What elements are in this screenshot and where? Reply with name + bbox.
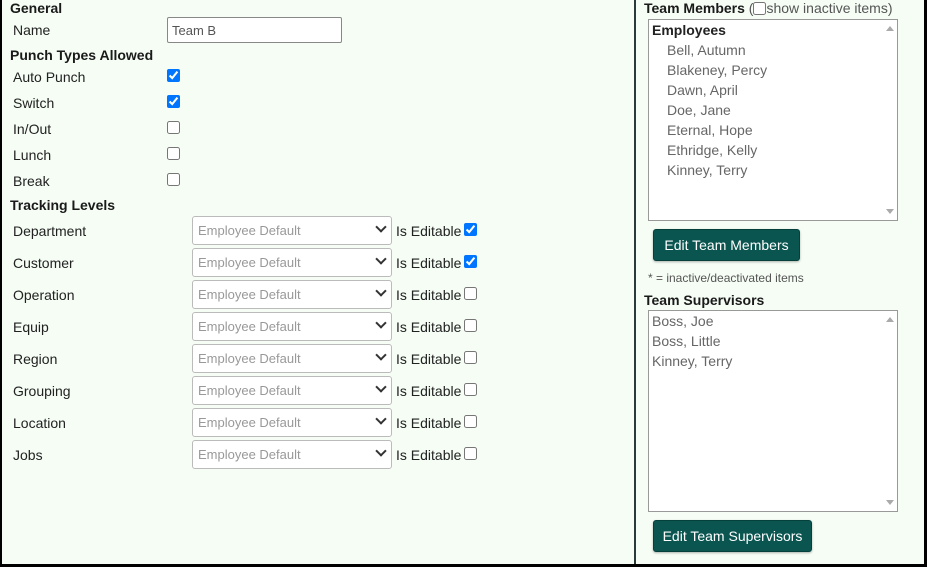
chevron-down-icon [375,349,387,361]
tracking-select-value: Employee Default [198,255,301,270]
list-item[interactable]: Blakeney, Percy [649,60,883,80]
tracking-select-value: Employee Default [198,319,301,334]
list-item[interactable]: Dawn, April [649,80,883,100]
tracking-select-jobs[interactable]: Employee Default [192,440,392,469]
team-members-listbox[interactable]: Employees Bell, Autumn Blakeney, Percy D… [648,19,898,221]
tracking-label-customer: Customer [13,255,74,271]
punch-type-checkbox-auto-punch[interactable] [167,69,180,82]
team-settings-panel: General Name Punch Types Allowed Auto Pu… [2,0,924,564]
punch-type-checkbox-lunch[interactable] [167,147,180,160]
is-editable-label: Is Editable [396,319,462,335]
list-item[interactable]: Kinney, Terry [649,160,883,180]
punch-type-checkbox-break[interactable] [167,173,180,186]
tracking-select-department[interactable]: Employee Default [192,216,392,245]
is-editable-label: Is Editable [396,383,462,399]
is-editable-label: Is Editable [396,223,462,239]
list-item[interactable]: Boss, Little [649,331,883,351]
tracking-select-value: Employee Default [198,383,301,398]
chevron-down-icon [375,285,387,297]
list-item[interactable]: Bell, Autumn [649,40,883,60]
team-members-list: Employees Bell, Autumn Blakeney, Percy D… [649,20,883,180]
tracking-label-department: Department [13,223,87,239]
inactive-note: * = inactive/deactivated items [648,271,804,285]
list-item[interactable]: Ethridge, Kelly [649,140,883,160]
tracking-levels-section-title: Tracking Levels [10,197,116,213]
chevron-down-icon [375,317,387,329]
is-editable-checkbox-jobs[interactable] [464,447,477,460]
is-editable-label: Is Editable [396,255,462,271]
tracking-select-value: Employee Default [198,223,301,238]
tracking-select-region[interactable]: Employee Default [192,344,392,373]
scroll-down-arrow-icon[interactable] [886,209,894,214]
show-inactive-label[interactable]: show inactive items [766,0,887,16]
tracking-label-operation: Operation [13,287,75,303]
edit-team-members-button[interactable]: Edit Team Members [653,229,800,261]
is-editable-label: Is Editable [396,287,462,303]
tracking-select-grouping[interactable]: Employee Default [192,376,392,405]
is-editable-label: Is Editable [396,415,462,431]
is-editable-checkbox-department[interactable] [464,223,477,236]
is-editable-checkbox-region[interactable] [464,351,477,364]
is-editable-label: Is Editable [396,447,462,463]
punch-type-label-auto-punch: Auto Punch [13,69,86,85]
tracking-select-value: Employee Default [198,447,301,462]
tracking-select-value: Employee Default [198,351,301,366]
general-section-title: General [10,0,63,16]
punch-type-label-break: Break [13,173,50,189]
team-supervisors-listbox[interactable]: Boss, Joe Boss, Little Kinney, Terry [648,310,898,512]
punch-type-checkbox-in-out[interactable] [167,121,180,134]
team-supervisors-title: Team Supervisors [644,292,765,308]
tracking-label-region: Region [13,351,58,367]
team-supervisors-scrollbar[interactable] [883,311,897,511]
name-input[interactable] [167,17,342,43]
punch-type-label-switch: Switch [13,95,55,111]
punch-type-label-lunch: Lunch [13,147,52,163]
chevron-down-icon [375,381,387,393]
scroll-up-arrow-icon[interactable] [886,26,894,31]
scroll-up-arrow-icon[interactable] [886,317,894,322]
is-editable-checkbox-customer[interactable] [464,255,477,268]
is-editable-checkbox-equip[interactable] [464,319,477,332]
tracking-label-equip: Equip [13,319,49,335]
tracking-label-location: Location [13,415,66,431]
list-item[interactable]: Doe, Jane [649,100,883,120]
name-label: Name [13,22,51,38]
punch-type-label-in-out: In/Out [13,121,52,137]
tracking-select-value: Employee Default [198,287,301,302]
tracking-select-location[interactable]: Employee Default [192,408,392,437]
tracking-select-equip[interactable]: Employee Default [192,312,392,341]
punch-types-section-title: Punch Types Allowed [10,47,154,63]
tracking-select-customer[interactable]: Employee Default [192,248,392,277]
tracking-label-jobs: Jobs [13,447,43,463]
list-item[interactable]: Boss, Joe [649,311,883,331]
chevron-down-icon [375,413,387,425]
chevron-down-icon [375,253,387,265]
is-editable-label: Is Editable [396,351,462,367]
list-item[interactable]: Eternal, Hope [649,120,883,140]
scroll-down-arrow-icon[interactable] [886,500,894,505]
list-group-employees: Employees [652,22,726,38]
paren-close: ) [887,0,893,16]
team-supervisors-list: Boss, Joe Boss, Little Kinney, Terry [649,311,883,371]
team-members-header: Team Members (show inactive items) [644,0,893,16]
chevron-down-icon [375,445,387,457]
show-inactive-checkbox[interactable] [753,2,767,15]
column-divider [634,0,636,564]
tracking-select-operation[interactable]: Employee Default [192,280,392,309]
tracking-label-grouping: Grouping [13,383,71,399]
is-editable-checkbox-grouping[interactable] [464,383,477,396]
is-editable-checkbox-operation[interactable] [464,287,477,300]
team-members-title: Team Members [644,0,745,16]
team-members-scrollbar[interactable] [883,20,897,220]
chevron-down-icon [375,221,387,233]
tracking-select-value: Employee Default [198,415,301,430]
is-editable-checkbox-location[interactable] [464,415,477,428]
edit-team-supervisors-button[interactable]: Edit Team Supervisors [653,520,812,552]
list-item[interactable]: Kinney, Terry [649,351,883,371]
punch-type-checkbox-switch[interactable] [167,95,180,108]
